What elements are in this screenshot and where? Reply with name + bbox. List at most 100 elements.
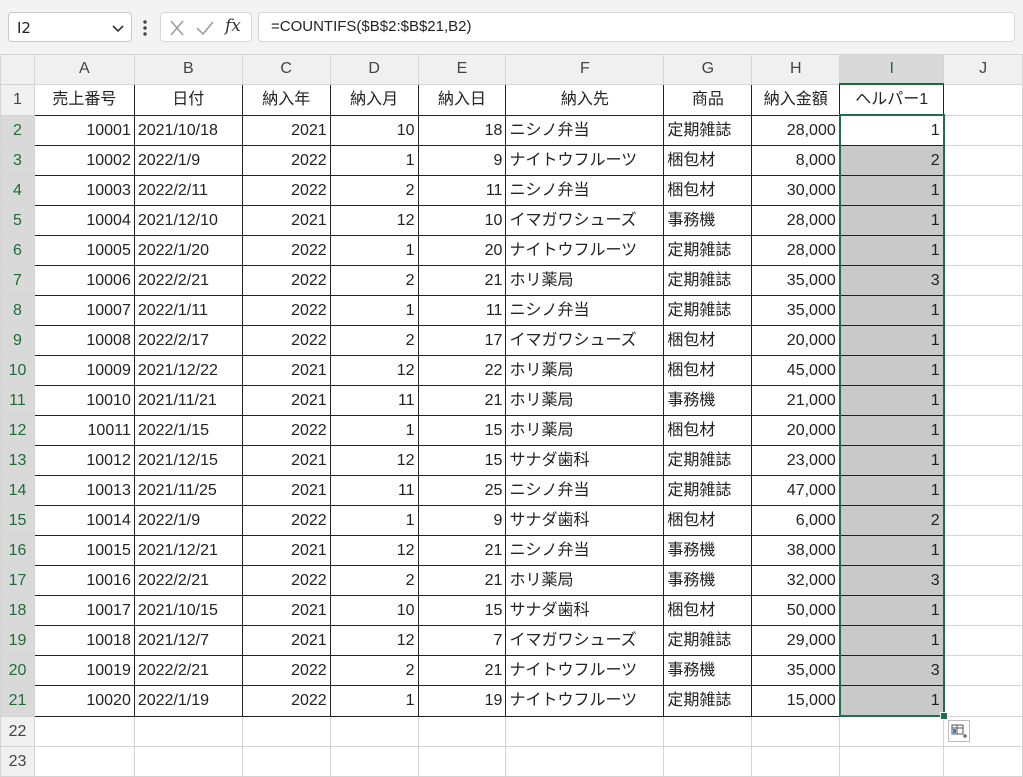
data-cell[interactable]: 2022/1/15	[133, 415, 243, 446]
empty-cell[interactable]	[943, 745, 1023, 777]
data-cell[interactable]: 2021	[241, 445, 331, 476]
row-header[interactable]: 9	[0, 325, 35, 356]
data-cell[interactable]: 17	[417, 325, 507, 356]
header-cell[interactable]: 売上番号	[33, 83, 135, 116]
data-cell[interactable]: 11	[329, 385, 419, 416]
data-cell[interactable]: 2021/10/15	[133, 595, 243, 626]
data-cell[interactable]: 12	[329, 445, 419, 476]
data-cell[interactable]: 2021	[241, 475, 331, 506]
row-header[interactable]: 22	[0, 715, 35, 747]
data-cell[interactable]: 11	[417, 175, 507, 206]
data-cell[interactable]: 28,000	[751, 114, 841, 146]
data-cell[interactable]: 2022	[241, 505, 331, 536]
data-cell[interactable]: 梱包材	[663, 145, 753, 176]
data-cell[interactable]: 10002	[33, 145, 135, 176]
empty-cell[interactable]	[505, 745, 665, 777]
helper-cell[interactable]: 1	[838, 235, 945, 266]
row-header[interactable]: 7	[0, 265, 35, 296]
data-cell[interactable]: 事務機	[663, 205, 753, 236]
data-cell[interactable]: 2021/12/10	[133, 205, 243, 236]
empty-cell[interactable]	[133, 745, 243, 777]
data-cell[interactable]: 2021	[241, 625, 331, 656]
data-cell[interactable]: 21	[417, 535, 507, 566]
insert-function-button[interactable]: fx	[225, 16, 241, 36]
row-header[interactable]: 2	[0, 114, 35, 146]
helper-cell[interactable]: 1	[838, 205, 945, 236]
data-cell[interactable]: 10	[329, 595, 419, 626]
data-cell[interactable]: 2022	[241, 145, 331, 176]
data-cell[interactable]: 6,000	[751, 505, 841, 536]
empty-cell[interactable]	[943, 265, 1023, 296]
data-cell[interactable]: 2022	[241, 175, 331, 206]
helper-cell[interactable]: 2	[838, 145, 945, 176]
empty-cell[interactable]	[943, 445, 1023, 476]
data-cell[interactable]: 定期雑誌	[663, 295, 753, 326]
empty-cell[interactable]	[33, 745, 135, 777]
row-header[interactable]: 19	[0, 625, 35, 656]
empty-cell[interactable]	[943, 235, 1023, 266]
data-cell[interactable]: 10	[417, 205, 507, 236]
helper-cell[interactable]: 1	[838, 475, 945, 506]
row-header[interactable]: 10	[0, 355, 35, 386]
data-cell[interactable]: 2022/1/11	[133, 295, 243, 326]
column-header-e[interactable]: E	[417, 54, 507, 85]
row-header[interactable]: 12	[0, 415, 35, 446]
row-header[interactable]: 18	[0, 595, 35, 626]
data-cell[interactable]: 2022	[241, 325, 331, 356]
data-cell[interactable]: 35,000	[751, 265, 841, 296]
data-cell[interactable]: 2022	[241, 565, 331, 596]
data-cell[interactable]: 定期雑誌	[663, 265, 753, 296]
data-cell[interactable]: サナダ歯科	[505, 445, 665, 476]
data-cell[interactable]: 22	[417, 355, 507, 386]
data-cell[interactable]: ニシノ弁当	[505, 114, 665, 146]
row-header[interactable]: 17	[0, 565, 35, 596]
data-cell[interactable]: 10018	[33, 625, 135, 656]
row-header[interactable]: 11	[0, 385, 35, 416]
data-cell[interactable]: 2	[329, 265, 419, 296]
data-cell[interactable]: 10014	[33, 505, 135, 536]
data-cell[interactable]: イマガワシューズ	[505, 625, 665, 656]
header-cell[interactable]: 納入月	[329, 83, 419, 116]
data-cell[interactable]: 2021	[241, 114, 331, 146]
data-cell[interactable]: 21	[417, 565, 507, 596]
data-cell[interactable]: 10007	[33, 295, 135, 326]
data-cell[interactable]: ニシノ弁当	[505, 295, 665, 326]
empty-cell[interactable]	[329, 745, 419, 777]
data-cell[interactable]: 15	[417, 445, 507, 476]
data-cell[interactable]: 2	[329, 175, 419, 206]
data-cell[interactable]: 12	[329, 535, 419, 566]
data-cell[interactable]: 21	[417, 265, 507, 296]
column-header-c[interactable]: C	[241, 54, 331, 85]
data-cell[interactable]: 11	[329, 475, 419, 506]
data-cell[interactable]: 2021	[241, 385, 331, 416]
data-cell[interactable]: 2	[329, 325, 419, 356]
empty-cell[interactable]	[663, 715, 753, 747]
empty-cell[interactable]	[33, 715, 135, 747]
column-header-a[interactable]: A	[33, 54, 135, 85]
data-cell[interactable]: 35,000	[751, 655, 841, 686]
data-cell[interactable]: 50,000	[751, 595, 841, 626]
data-cell[interactable]: イマガワシューズ	[505, 205, 665, 236]
data-cell[interactable]: 10012	[33, 445, 135, 476]
helper-cell[interactable]: 2	[838, 505, 945, 536]
formula-input[interactable]: =COUNTIFS($B$2:$B$21,B2)	[258, 12, 1015, 42]
data-cell[interactable]: 25	[417, 475, 507, 506]
data-cell[interactable]: 定期雑誌	[663, 235, 753, 266]
data-cell[interactable]: 10005	[33, 235, 135, 266]
empty-cell[interactable]	[505, 715, 665, 747]
data-cell[interactable]: 2021	[241, 595, 331, 626]
data-cell[interactable]: 梱包材	[663, 595, 753, 626]
data-cell[interactable]: 2	[329, 565, 419, 596]
name-box[interactable]: I2	[8, 12, 132, 42]
empty-cell[interactable]	[839, 715, 945, 747]
data-cell[interactable]: 2022	[241, 235, 331, 266]
data-cell[interactable]: 1	[329, 145, 419, 176]
helper-cell[interactable]: 1	[838, 535, 945, 566]
empty-cell[interactable]	[329, 715, 419, 747]
data-cell[interactable]: 21	[417, 655, 507, 686]
empty-cell[interactable]	[943, 535, 1023, 566]
empty-cell[interactable]	[751, 745, 841, 777]
data-cell[interactable]: 28,000	[751, 205, 841, 236]
row-header[interactable]: 21	[0, 685, 35, 717]
data-cell[interactable]: ホリ薬局	[505, 415, 665, 446]
